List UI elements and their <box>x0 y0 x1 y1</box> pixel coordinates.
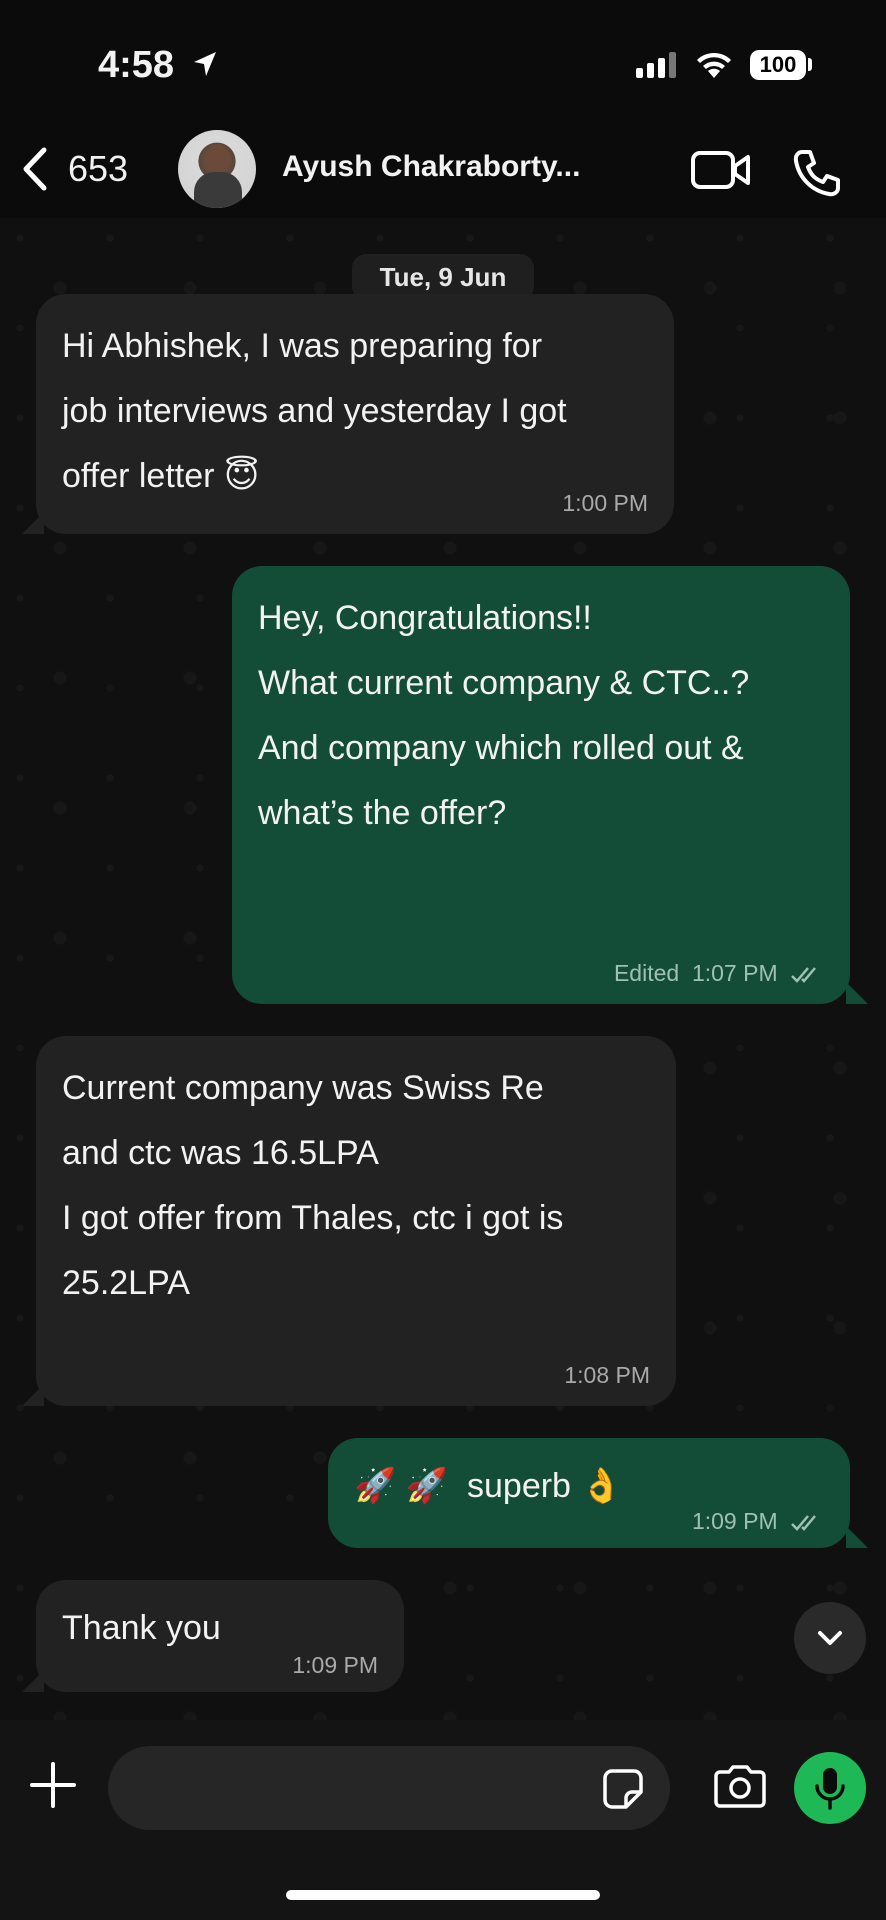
voice-message-button[interactable] <box>794 1752 866 1824</box>
edited-label: Edited <box>613 960 680 986</box>
wifi-icon <box>697 52 731 78</box>
read-receipt-icon <box>791 1515 816 1531</box>
bubble-tail <box>22 1670 44 1692</box>
message-input[interactable] <box>108 1746 670 1830</box>
bubble-tail <box>846 1526 868 1548</box>
message-bubble-incoming[interactable]: Hi Abhishek, I was preparing for job int… <box>36 294 674 534</box>
back-chevron-icon[interactable] <box>20 146 50 192</box>
message-bubble-outgoing[interactable]: 🚀 🚀 superb 👌 1:09 PM <box>328 1438 850 1548</box>
message-text-line: Hey, Congratulations!! <box>258 599 592 637</box>
message-meta: 1:09 PM <box>692 1506 824 1536</box>
battery-tip <box>808 58 812 71</box>
battery-indicator: 100 <box>750 50 806 80</box>
sticker-icon[interactable] <box>602 1768 644 1810</box>
message-bubble-incoming[interactable]: Thank you 1:09 PM <box>36 1580 404 1692</box>
read-receipt-icon <box>791 967 816 983</box>
message-timestamp: 1:08 PM <box>564 1362 650 1388</box>
video-call-icon[interactable] <box>690 150 752 190</box>
home-indicator <box>286 1890 600 1900</box>
message-bubble-incoming[interactable]: Current company was Swiss Re and ctc was… <box>36 1036 676 1406</box>
message-timestamp: 1:00 PM <box>562 490 648 516</box>
message-text-line: 25.2LPA <box>62 1264 190 1302</box>
message-bubble-outgoing[interactable]: Hey, Congratulations!! What current comp… <box>232 566 850 1004</box>
message-timestamp: 1:09 PM <box>691 1508 778 1534</box>
message-text-line: and ctc was 16.5LPA <box>62 1134 379 1172</box>
message-text-line: I got offer from Thales, ctc i got is <box>62 1199 564 1237</box>
chat-header: 653 Ayush Chakraborty... <box>0 120 886 218</box>
phone-call-icon[interactable] <box>792 148 842 198</box>
unread-count[interactable]: 653 <box>68 148 128 190</box>
cellular-signal-icon <box>636 52 676 78</box>
status-bar: 4:58 100 <box>0 0 886 120</box>
message-timestamp: 1:09 PM <box>292 1652 378 1678</box>
microphone-icon <box>815 1768 845 1810</box>
composer-bar <box>0 1720 886 1920</box>
message-text-line: job interviews and yesterday I got <box>62 392 567 430</box>
bubble-tail <box>22 1384 44 1406</box>
plus-icon[interactable] <box>30 1762 76 1808</box>
status-time: 4:58 <box>98 44 175 86</box>
message-text-line: what’s the offer? <box>258 794 507 832</box>
camera-icon[interactable] <box>712 1764 768 1808</box>
message-meta: Edited 1:07 PM <box>614 958 824 988</box>
message-text-line: And company which rolled out & <box>258 729 744 767</box>
bubble-tail <box>846 982 868 1004</box>
chevron-down-icon <box>818 1631 842 1645</box>
location-arrow-icon <box>194 52 216 76</box>
message-text-line: offer letter 😇 <box>62 457 260 495</box>
message-timestamp: 1:07 PM <box>691 960 778 986</box>
contact-name[interactable]: Ayush Chakraborty... <box>282 150 612 184</box>
message-text-line: Current company was Swiss Re <box>62 1069 544 1107</box>
bubble-tail <box>22 512 44 534</box>
scroll-to-bottom-button[interactable] <box>794 1602 866 1674</box>
contact-avatar[interactable] <box>178 130 256 208</box>
message-text-line: Hi Abhishek, I was preparing for <box>62 327 543 365</box>
message-text-line: What current company & CTC..? <box>258 664 750 702</box>
